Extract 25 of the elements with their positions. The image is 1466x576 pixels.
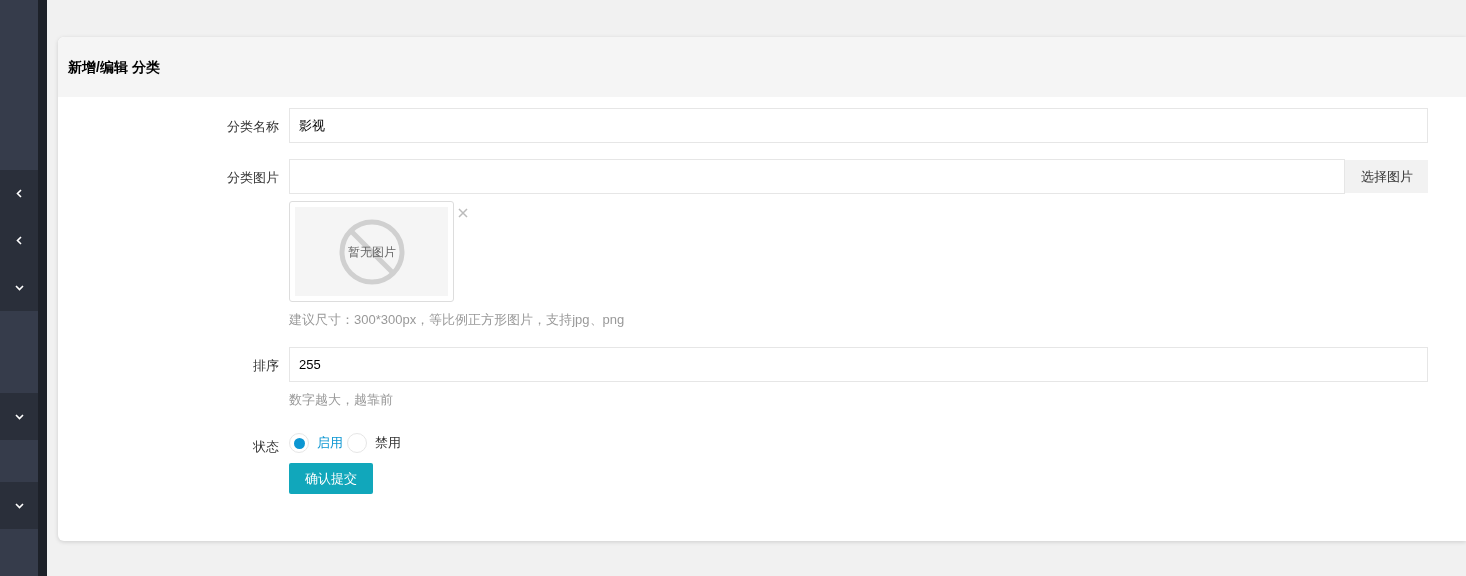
- text-field[interactable]: 影视: [289, 108, 1428, 143]
- text-field[interactable]: [289, 159, 1345, 194]
- menu-item[interactable]: [0, 482, 38, 529]
- choose-image-button[interactable]: 选择图片: [1345, 160, 1428, 193]
- radio-option[interactable]: 禁用: [347, 433, 401, 453]
- card-title: 新增/编辑 分类: [68, 57, 160, 77]
- field-label: 排序: [253, 357, 279, 373]
- chevron-down-icon: [14, 502, 24, 509]
- no-image-icon: [338, 218, 405, 285]
- field-label: 分类名称: [227, 119, 279, 134]
- chevron-down-icon: [14, 284, 24, 291]
- field-label: 分类图片: [227, 170, 279, 185]
- menu-item[interactable]: [0, 170, 38, 217]
- field-label: 状态: [253, 439, 279, 454]
- menu-item[interactable]: [0, 264, 38, 311]
- chevron-left-icon: [16, 236, 22, 245]
- radio-option[interactable]: 启用: [289, 433, 343, 453]
- text-field[interactable]: 255: [289, 346, 1428, 382]
- placeholder-text: 暂无图片: [347, 243, 396, 261]
- close-icon[interactable]: [458, 208, 468, 218]
- hint-text: 建议尺寸：300*300px，等比例正方形图片，支持jpg、png: [289, 312, 625, 327]
- hint-text: 数字越大，越靠前: [289, 391, 393, 407]
- menu-item[interactable]: [0, 393, 38, 440]
- chevron-left-icon: [16, 189, 22, 198]
- chevron-down-icon: [14, 413, 24, 420]
